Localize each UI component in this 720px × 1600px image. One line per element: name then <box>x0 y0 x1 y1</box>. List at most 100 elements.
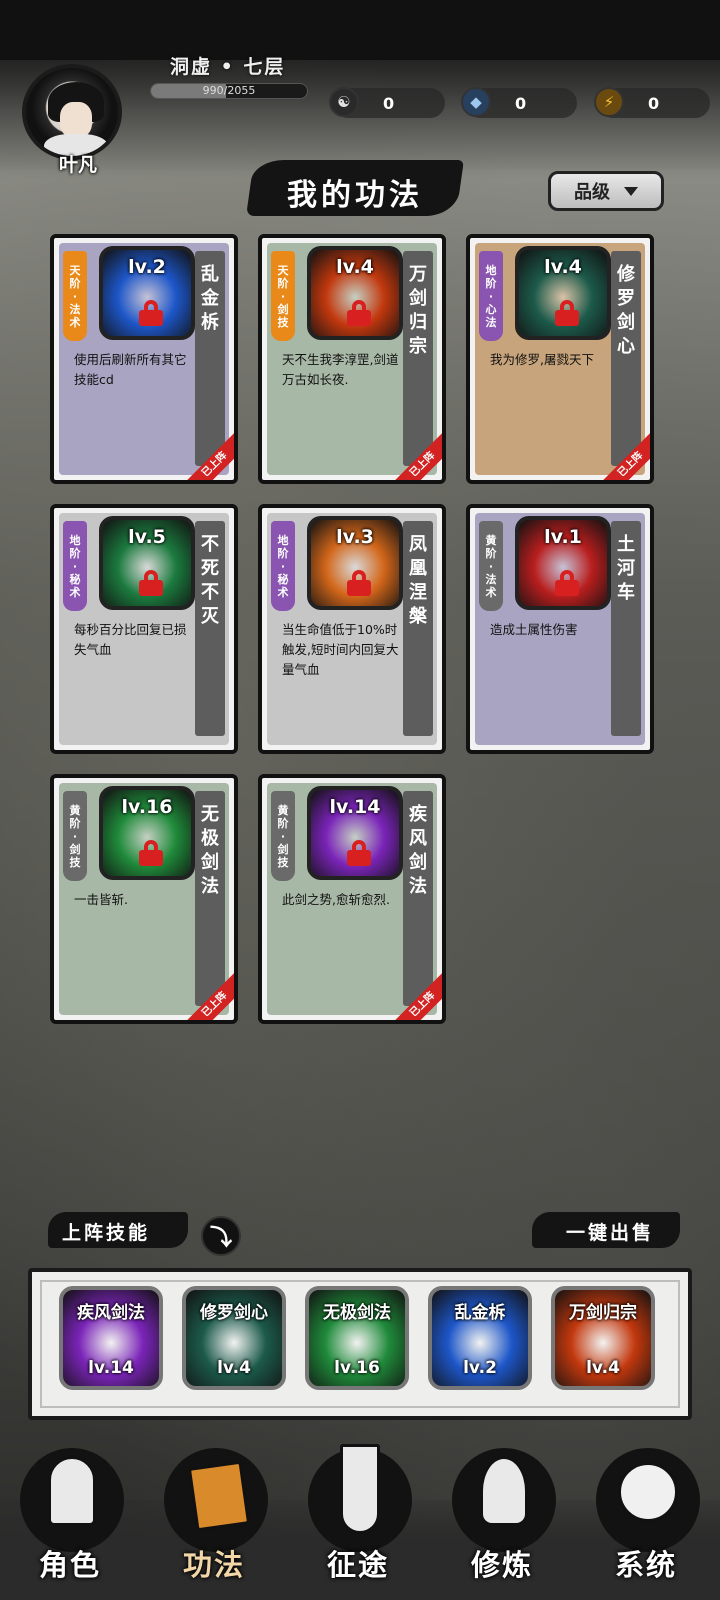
player-name: 叶凡 <box>58 154 97 176</box>
lock-body <box>347 850 371 866</box>
nav-hooded-figure[interactable]: 角色 <box>10 1440 130 1600</box>
equipped-slot[interactable]: 乱金柝 lv.2 <box>428 1286 532 1390</box>
skill-icon: lv.4 <box>515 246 611 340</box>
slot-skill-name: 万剑归宗 <box>569 1303 637 1323</box>
skill-description: 造成土属性伤害 <box>490 622 578 637</box>
status-bar <box>0 0 720 60</box>
realm-label: 洞虚 • 七层 <box>170 56 286 78</box>
skill-description: 我为修罗,屠戮天下 <box>490 352 594 367</box>
tier-tag: 地 阶 · 秘 术 <box>63 521 87 611</box>
tier-tag: 黄 阶 · 剑 技 <box>63 791 87 881</box>
lock-body <box>555 310 579 326</box>
nav-label: 功法 <box>182 1548 245 1582</box>
lock-icon <box>139 570 163 596</box>
slot-skill-name: 乱金柝 <box>454 1303 506 1323</box>
skill-description: 此剑之势,愈斩愈烈. <box>282 892 390 907</box>
sword-emblem-icon <box>340 1444 380 1534</box>
skill-level: lv.14 <box>329 796 381 818</box>
sell-all-button[interactable]: 一键出售 <box>566 1218 654 1245</box>
skill-name: 疾 风 剑 法 <box>403 791 433 1006</box>
skill-description: 天不生我李淳罡,剑道万古如长夜. <box>282 352 399 387</box>
lock-body <box>139 850 163 866</box>
skill-description: 当生命值低于10%时触发,短时间内回复大量气血 <box>282 622 399 677</box>
resource-value: 0 <box>383 94 395 113</box>
slot-skill-name: 修罗剑心 <box>200 1303 268 1323</box>
skill-level: lv.4 <box>544 256 582 278</box>
skill-card[interactable]: 黄 阶 · 剑 技 lv.14 疾 风 剑 法此剑之势,愈斩愈烈. 已上阵 <box>258 774 446 1024</box>
lock-icon <box>347 570 371 596</box>
skill-card[interactable]: 天 阶 · 剑 技 lv.4 万 剑 归 宗天不生我李淳罡,剑道万古如长夜. 已上阵 <box>258 234 446 484</box>
books-icon <box>187 1460 251 1532</box>
lock-body <box>139 580 163 596</box>
skill-level: lv.4 <box>336 256 374 278</box>
slot-skill-name: 无极剑法 <box>323 1303 391 1323</box>
lock-body <box>347 580 371 596</box>
skill-name: 修 罗 剑 心 <box>611 251 641 466</box>
skill-icon: lv.2 <box>99 246 195 340</box>
skill-card[interactable]: 黄 阶 · 剑 技 lv.16 无 极 剑 法一击皆斩. 已上阵 <box>50 774 238 1024</box>
skill-level: lv.2 <box>128 256 166 278</box>
skill-card[interactable]: 地 阶 · 秘 术 lv.3 凤 凰 涅 槃当生命值低于10%时触发,短时间内回复大… <box>258 504 446 754</box>
sort-button-label: 品级 <box>574 182 610 203</box>
lock-body <box>347 310 371 326</box>
skill-icon: lv.14 <box>307 786 403 880</box>
player-avatar[interactable] <box>22 64 122 160</box>
slot-skill-level: lv.4 <box>586 1358 620 1378</box>
skill-level: lv.16 <box>121 796 173 818</box>
slot-skill-level: lv.16 <box>334 1358 380 1378</box>
lock-body <box>555 580 579 596</box>
skill-icon: lv.5 <box>99 516 195 610</box>
sort-by-grade-button[interactable]: 品级 <box>548 171 664 211</box>
resource-yin-yang[interactable]: ☯ 0 <box>329 87 445 118</box>
tier-tag: 地 阶 · 秘 术 <box>271 521 295 611</box>
nav-books[interactable]: 功法 <box>154 1440 274 1600</box>
nav-meditating-figure[interactable]: 修炼 <box>442 1440 562 1600</box>
page-title: 我的功法 <box>287 178 423 213</box>
exp-bar: 990/2055 <box>150 83 308 99</box>
meditating-figure-icon <box>480 1456 528 1526</box>
arrow-down-icon[interactable]: ⤵ <box>201 1216 241 1256</box>
skill-name: 凤 凰 涅 槃 <box>403 521 433 736</box>
chevron-down-icon <box>624 186 638 196</box>
slot-skill-level: lv.4 <box>217 1358 251 1378</box>
crystal-icon: ◆ <box>461 87 491 117</box>
skill-level: lv.3 <box>336 526 374 548</box>
tier-tag: 黄 阶 · 法 术 <box>479 521 503 611</box>
skill-icon: lv.16 <box>99 786 195 880</box>
lock-icon <box>555 570 579 596</box>
resource-crystal[interactable]: ◆ 0 <box>461 87 577 118</box>
tier-tag: 黄 阶 · 剑 技 <box>271 791 295 881</box>
nav-girl-avatar[interactable]: 系统 <box>586 1440 706 1600</box>
lock-icon <box>139 840 163 866</box>
skill-level: lv.5 <box>128 526 166 548</box>
lock-icon <box>139 300 163 326</box>
skill-name: 土 河 车 <box>611 521 641 736</box>
skill-name: 不 死 不 灭 <box>195 521 225 736</box>
equipped-slot[interactable]: 疾风剑法 lv.14 <box>59 1286 163 1390</box>
equipped-slot[interactable]: 修罗剑心 lv.4 <box>182 1286 286 1390</box>
resource-energy[interactable]: ⚡ 0 <box>594 87 710 118</box>
slot-skill-level: lv.14 <box>88 1358 134 1378</box>
nav-label: 修炼 <box>470 1548 533 1582</box>
lock-icon <box>347 840 371 866</box>
nav-sword-emblem[interactable]: 征途 <box>298 1440 418 1600</box>
girl-avatar-icon <box>618 1462 678 1522</box>
skill-card[interactable]: 黄 阶 · 法 术 lv.1 土 河 车 造成土属性伤害 <box>466 504 654 754</box>
skill-name: 乱 金 柝 <box>195 251 225 466</box>
lock-body <box>139 310 163 326</box>
skill-icon: lv.4 <box>307 246 403 340</box>
tier-tag: 天 阶 · 法 术 <box>63 251 87 341</box>
lock-icon <box>347 300 371 326</box>
skill-description: 一击皆斩. <box>74 892 128 907</box>
equipped-section-label: 上阵技能 <box>62 1222 151 1244</box>
equipped-slot[interactable]: 无极剑法 lv.16 <box>305 1286 409 1390</box>
nav-label: 征途 <box>326 1548 389 1582</box>
equipped-slot[interactable]: 万剑归宗 lv.4 <box>551 1286 655 1390</box>
skill-card[interactable]: 地 阶 · 心 法 lv.4 修 罗 剑 心我为修罗,屠戮天下 已上阵 <box>466 234 654 484</box>
skill-card[interactable]: 地 阶 · 秘 术 lv.5 不 死 不 灭每秒百分比回复已损失气血 <box>50 504 238 754</box>
exp-text: 990/2055 <box>202 84 256 97</box>
skill-name: 万 剑 归 宗 <box>403 251 433 466</box>
slot-skill-name: 疾风剑法 <box>77 1303 145 1323</box>
skill-card[interactable]: 天 阶 · 法 术 lv.2 乱 金 柝使用后刷新所有其它技能cd 已上阵 <box>50 234 238 484</box>
yin-yang-icon: ☯ <box>329 87 359 117</box>
